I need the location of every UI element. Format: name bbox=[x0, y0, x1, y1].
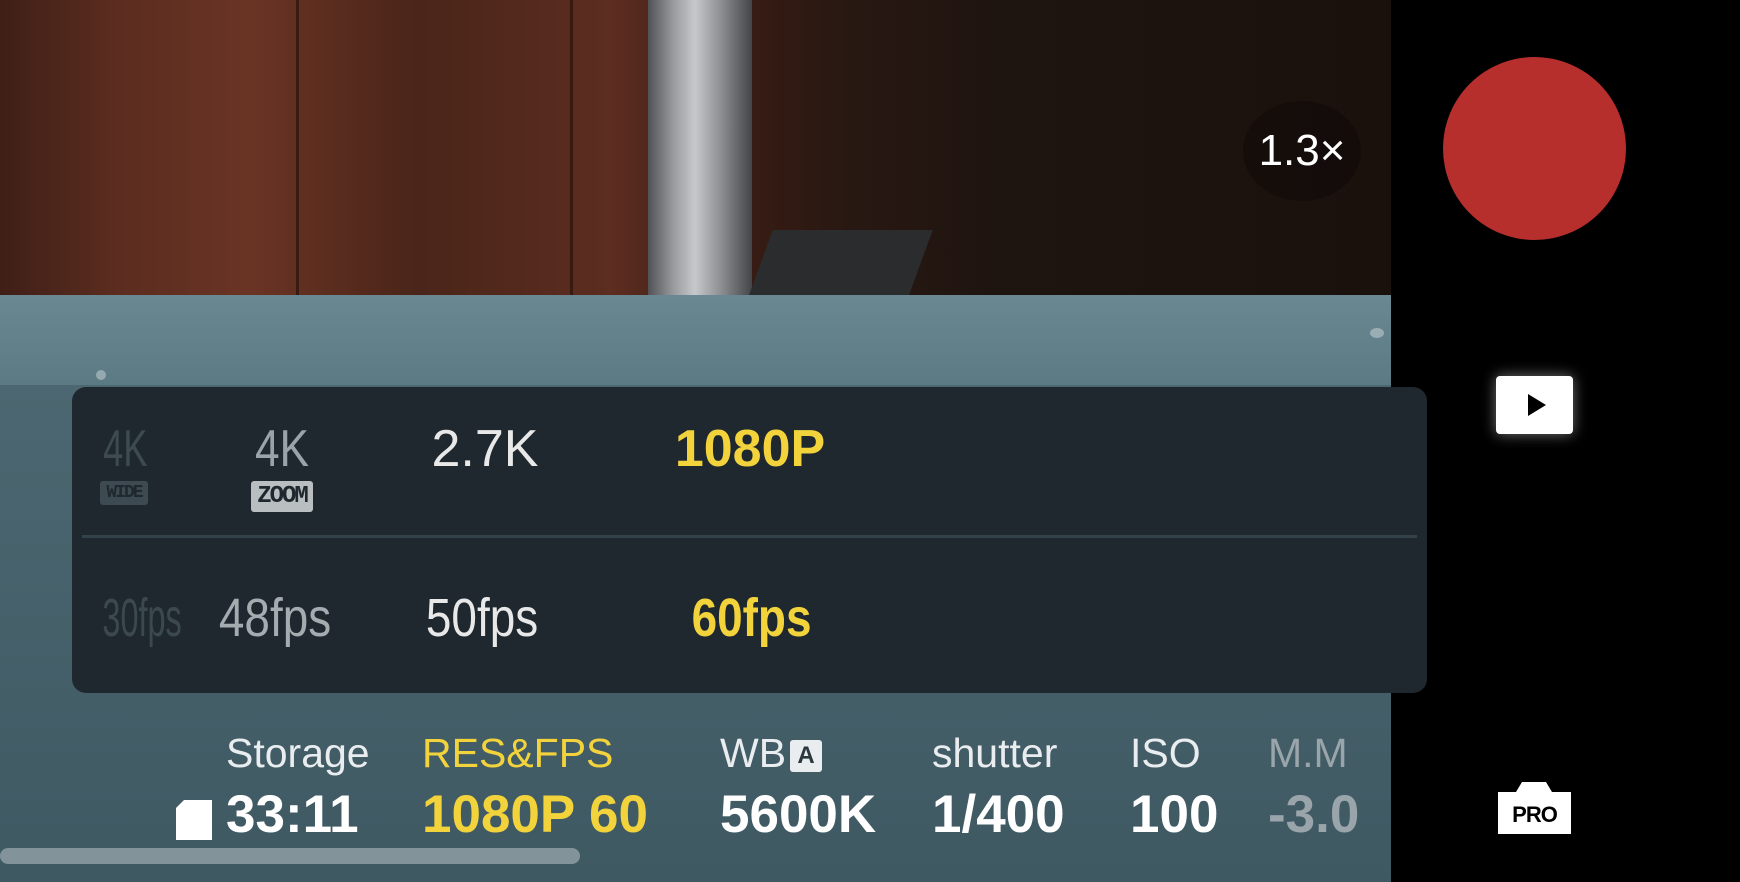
metering-info[interactable]: M.M -3.0 bbox=[1268, 730, 1359, 845]
iso-value: 100 bbox=[1130, 785, 1219, 844]
viewfinder-bracket bbox=[747, 230, 933, 300]
play-icon bbox=[1527, 394, 1546, 416]
storage-info[interactable]: Storage 33:11 bbox=[226, 730, 370, 845]
wb-label-row: WB A bbox=[720, 730, 876, 778]
res-option-1080p[interactable]: 1080P bbox=[650, 423, 850, 475]
shutter-value: 1/400 bbox=[932, 785, 1065, 844]
shutter-info[interactable]: shutter 1/400 bbox=[932, 730, 1065, 845]
fps-option-label: 30fps bbox=[102, 588, 182, 648]
wb-value: 5600K bbox=[720, 785, 877, 844]
shutter-label: shutter bbox=[932, 730, 1058, 776]
pro-mode-button[interactable]: PRO bbox=[1496, 778, 1573, 836]
wall-plank-line bbox=[296, 0, 299, 305]
res-fps-value: 1080P 60 bbox=[422, 785, 648, 844]
fps-option-label: 48fps bbox=[218, 588, 332, 648]
mm-value: -3.0 bbox=[1268, 785, 1360, 844]
viewfinder-speck bbox=[96, 370, 106, 380]
res-option-2-7k[interactable]: 2.7K bbox=[410, 423, 560, 475]
panel-divider bbox=[82, 535, 1417, 538]
res-fps-info[interactable]: RES&FPS 1080P 60 bbox=[422, 730, 648, 845]
res-option-4k-wide[interactable]: 4K WIDE bbox=[94, 423, 154, 505]
wb-auto-badge: A bbox=[790, 740, 823, 772]
info-bar-scrollbar[interactable] bbox=[0, 848, 580, 864]
iso-label: ISO bbox=[1130, 730, 1201, 776]
storage-value: 33:11 bbox=[226, 785, 359, 844]
pro-label: PRO bbox=[1512, 802, 1558, 827]
white-balance-info[interactable]: WB A 5600K bbox=[720, 730, 876, 845]
viewfinder-pipe bbox=[648, 0, 752, 305]
res-option-badge: WIDE bbox=[100, 481, 148, 505]
res-option-label: 4K bbox=[103, 420, 148, 478]
fps-option-30[interactable]: 30fps bbox=[76, 591, 181, 645]
fps-option-48[interactable]: 48fps bbox=[200, 591, 350, 645]
res-option-badge: ZOOM bbox=[251, 481, 313, 512]
viewfinder-speck bbox=[1370, 328, 1384, 338]
playback-button[interactable] bbox=[1496, 376, 1573, 434]
res-fps-panel: 4K WIDE 4K ZOOM 2.7K 1080P 30fps 48fps 5… bbox=[72, 387, 1427, 693]
fps-option-60[interactable]: 60fps bbox=[662, 591, 842, 645]
res-option-label: 4K bbox=[254, 420, 310, 478]
iso-info[interactable]: ISO 100 bbox=[1130, 730, 1218, 845]
wb-label: WB bbox=[720, 730, 787, 776]
mm-label: M.M bbox=[1268, 730, 1348, 776]
res-option-4k-zoom[interactable]: 4K ZOOM bbox=[224, 423, 340, 512]
storage-label: Storage bbox=[226, 730, 370, 776]
fps-option-label: 50fps bbox=[425, 588, 539, 648]
viewfinder-ledge bbox=[0, 295, 1391, 385]
sd-card-icon bbox=[176, 800, 212, 840]
fps-option-label: 60fps bbox=[692, 588, 812, 648]
res-option-label: 1080P bbox=[674, 420, 826, 478]
res-fps-label: RES&FPS bbox=[422, 730, 614, 776]
res-option-label: 2.7K bbox=[431, 420, 539, 478]
wall-plank-line bbox=[570, 0, 573, 305]
fps-option-50[interactable]: 50fps bbox=[402, 591, 562, 645]
record-button[interactable] bbox=[1443, 57, 1626, 240]
zoom-indicator[interactable]: 1.3× bbox=[1243, 101, 1361, 201]
